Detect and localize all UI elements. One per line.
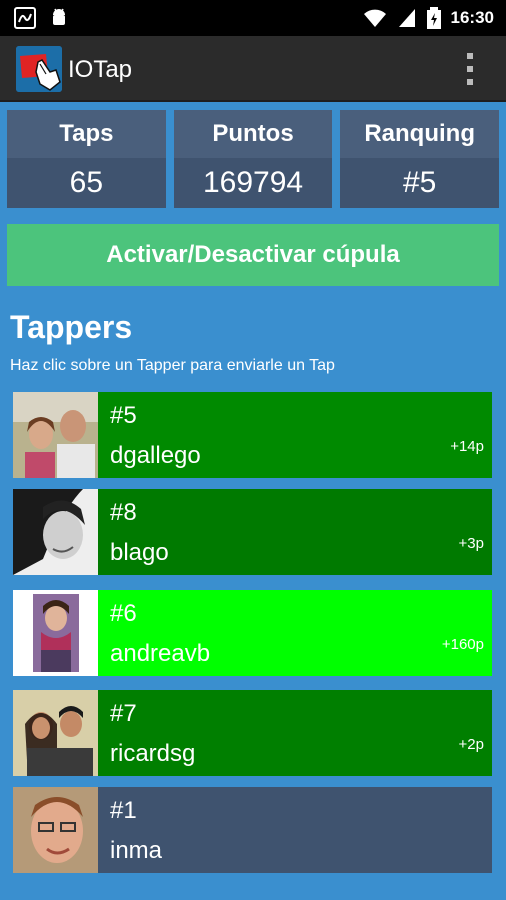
stat-ranquing: Ranquing #5 [340,110,500,208]
signal-icon [398,9,415,27]
stat-label: Puntos [173,110,333,158]
tapper-name: dgallego [110,442,201,469]
tapper-points: +2p [458,736,484,753]
avatar [13,690,98,776]
tapper-points: +14p [450,438,484,455]
tapper-body: #8 blago +3p [98,489,492,575]
tapper-name: ricardsg [110,740,196,767]
stat-puntos: Puntos 169794 [173,110,333,208]
stat-label: Taps [7,110,166,158]
tapper-points: +3p [458,535,484,552]
avatar [13,590,98,676]
section-subtitle: Haz clic sobre un Tapper para enviarle u… [10,357,335,374]
stats-panel: Taps 65 Puntos 169794 Ranquing #5 [7,110,500,208]
stat-value: 169794 [173,158,333,208]
tapper-row[interactable]: #5 dgallego +14p [13,392,492,478]
avatar [13,787,98,873]
tapper-rank: #1 [110,797,137,824]
tapper-row[interactable]: #8 blago +3p [13,489,492,575]
tapper-rank: #7 [110,700,137,727]
tapper-row[interactable]: #7 ricardsg +2p [13,690,492,776]
avatar [13,489,98,575]
tapper-rank: #8 [110,499,137,526]
tapper-name: inma [110,837,163,864]
tapper-points: +160p [441,636,484,653]
app-bar: IOTap [0,36,506,102]
stat-taps: Taps 65 [7,110,166,208]
battery-icon [426,7,441,29]
avatar [13,392,98,478]
tapper-body: #7 ricardsg +2p [98,690,492,776]
android-icon [53,8,65,25]
notification-app-icon [14,7,36,29]
tapper-row[interactable]: #6 andreavb +160p [13,590,492,676]
overflow-menu-icon[interactable] [466,53,474,85]
section-title: Tappers [10,309,133,345]
tapper-rank: #5 [110,402,137,429]
status-time: 16:30 [450,8,494,27]
toggle-dome-button[interactable]: Activar/Desactivar cúpula [7,224,499,286]
stat-value: #5 [340,158,500,208]
app-logo-icon [16,46,62,92]
tapper-body: #5 dgallego +14p [98,392,492,478]
stat-label: Ranquing [340,110,500,158]
status-bar: 16:30 [0,0,506,36]
tapper-rank: #6 [110,600,137,627]
tapper-row[interactable]: #1 inma [13,787,492,873]
tapper-name: andreavb [110,640,211,667]
tapper-body: #6 andreavb +160p [98,590,492,676]
app-title: IOTap [68,56,133,83]
tapper-body: #1 inma [98,787,492,873]
wifi-icon [363,9,386,27]
tapper-name: blago [110,539,169,566]
stat-value: 65 [7,158,166,208]
